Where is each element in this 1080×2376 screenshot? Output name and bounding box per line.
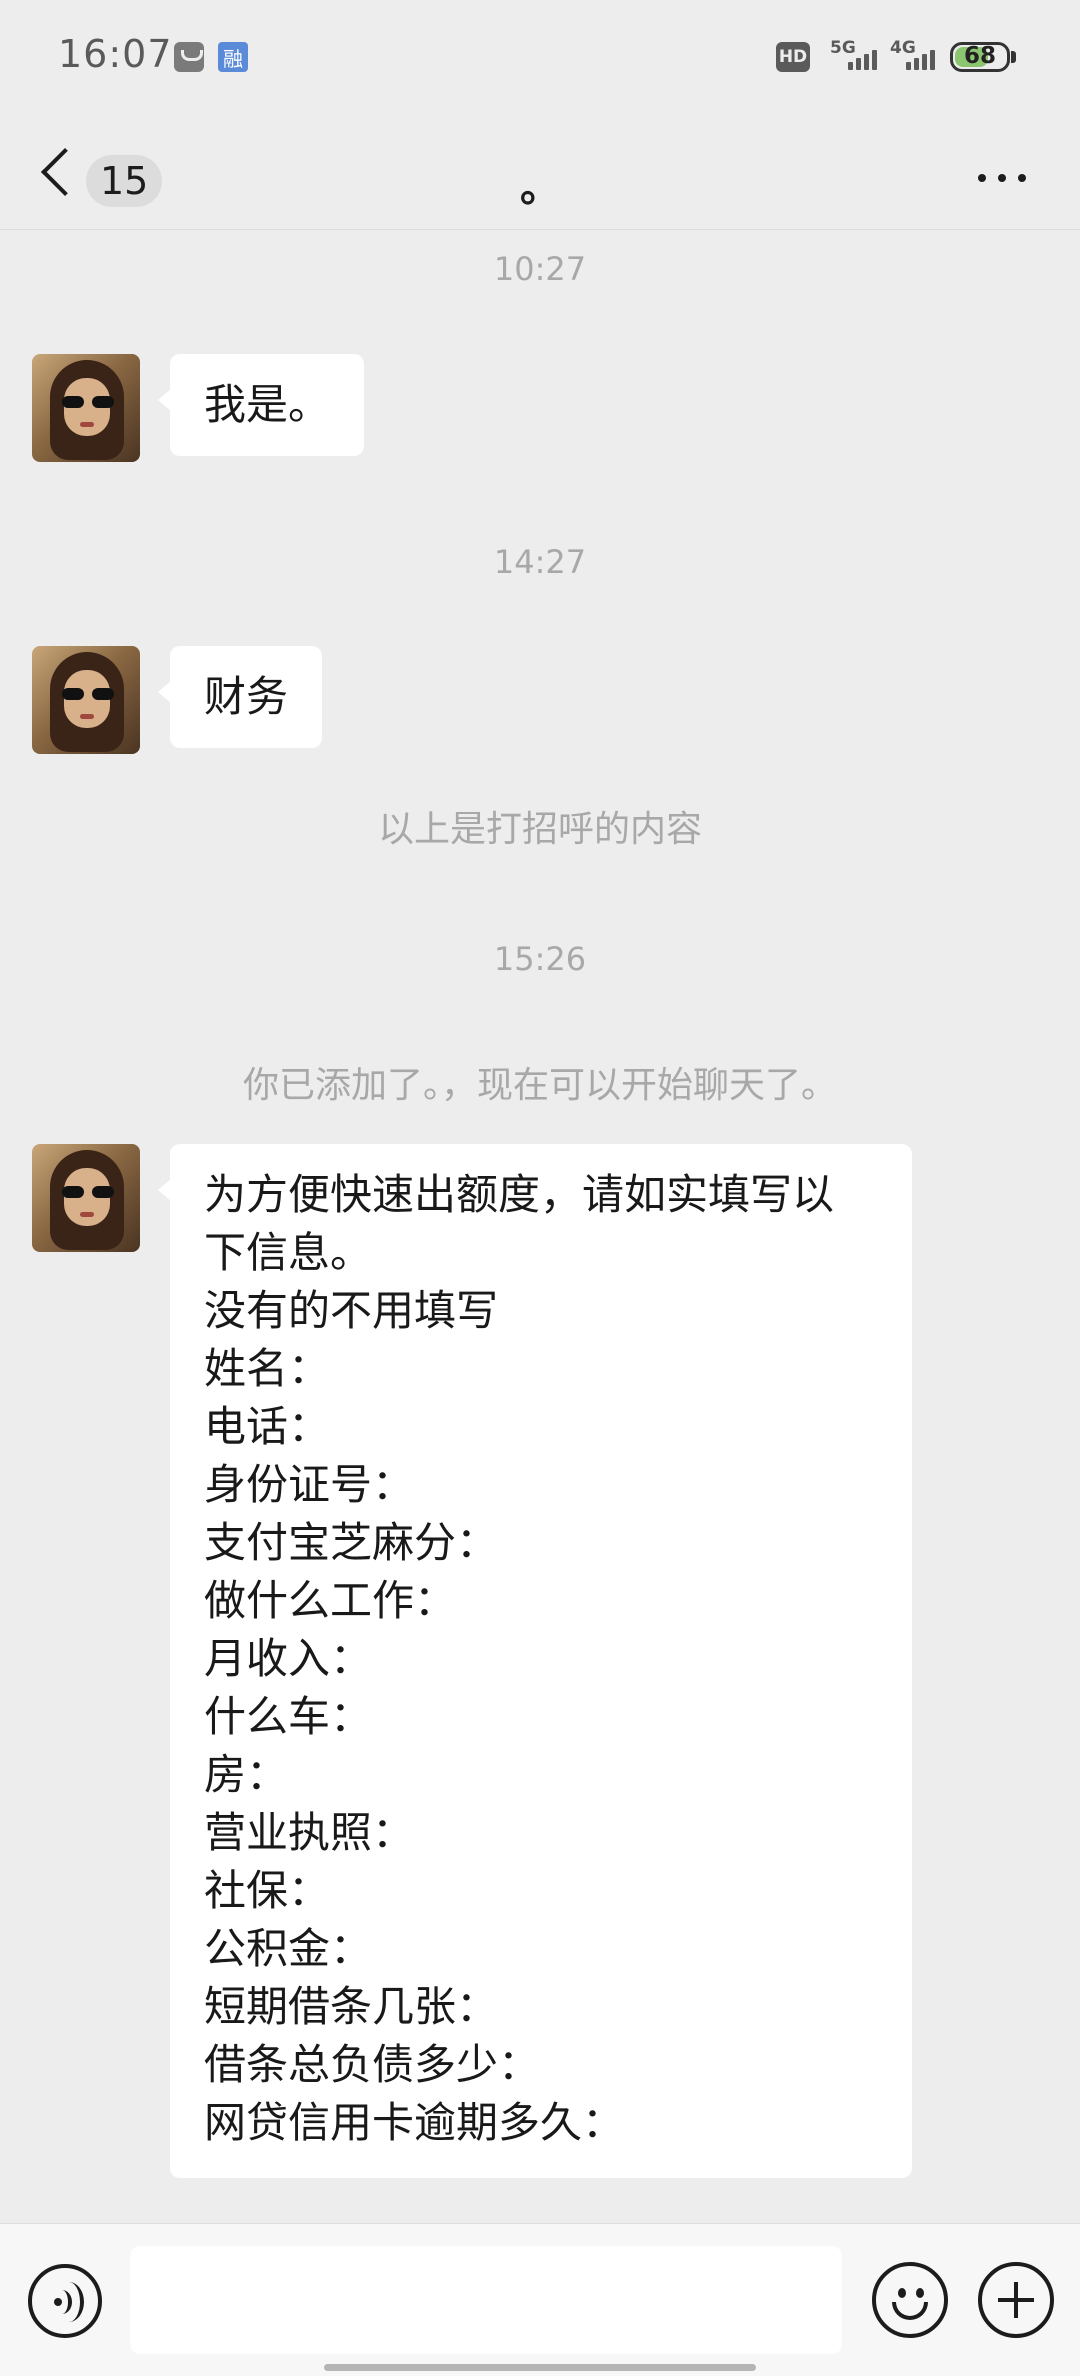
chat-header: 15 。: [0, 115, 1080, 230]
more-dots-icon: [1018, 174, 1026, 182]
form-line: 为方便快速出额度，请如实填写以: [204, 1170, 835, 1219]
unread-count-badge: 15: [86, 155, 163, 207]
system-message: 以上是打招呼的内容: [377, 809, 702, 850]
emoji-button[interactable]: [872, 2262, 948, 2338]
shopping-bag-icon: [174, 42, 204, 72]
message-timestamp: 10:27: [493, 250, 587, 288]
emoji-icon: [898, 2288, 906, 2298]
message-timestamp: 14:27: [493, 543, 587, 581]
status-time: 16:07: [58, 32, 173, 76]
system-message: 你已添加了。，现在可以开始聊天了。: [242, 1065, 837, 1106]
signal-bars-icon: [906, 50, 935, 70]
status-bar: 16:07 融 HD 5G 4G 68: [0, 0, 1080, 115]
battery-tip: [1011, 51, 1016, 63]
battery-percent: 68: [963, 43, 996, 69]
form-line: 营业执照：: [204, 1808, 415, 1857]
voice-input-button[interactable]: [28, 2264, 102, 2338]
form-line: 什么车：: [204, 1692, 373, 1741]
contact-avatar[interactable]: [32, 1144, 140, 1252]
hd-call-icon: HD: [776, 42, 810, 72]
message-bubble-form[interactable]: 为方便快速出额度，请如实填写以 下信息。 没有的不用填写 姓名： 电话： 身份证…: [158, 1144, 912, 2178]
form-line: 公积金：: [204, 1924, 373, 1973]
form-line: 电话：: [204, 1402, 331, 1451]
battery-icon: 68: [950, 42, 1010, 72]
form-line: 下信息。: [204, 1228, 373, 1277]
contact-avatar[interactable]: [32, 646, 140, 754]
form-line: 社保：: [204, 1866, 331, 1915]
form-line: 短期借条几张：: [204, 1982, 499, 2031]
contact-avatar[interactable]: [32, 354, 140, 462]
form-line: 姓名：: [204, 1344, 331, 1393]
chat-input-bar: [0, 2223, 1080, 2376]
form-line: 做什么工作：: [204, 1576, 457, 1625]
more-functions-button[interactable]: [978, 2262, 1054, 2338]
message-timestamp: 15:26: [493, 940, 587, 978]
more-options-button[interactable]: [972, 163, 1032, 193]
signal-bars-icon: [848, 50, 877, 70]
chat-title: 。: [520, 165, 560, 211]
message-bubble[interactable]: 财务: [157, 646, 323, 748]
app-notification-icon: 融: [218, 42, 248, 72]
form-line: 支付宝芝麻分：: [204, 1518, 499, 1567]
message-input[interactable]: [130, 2246, 842, 2354]
more-dots-icon: [998, 174, 1006, 182]
form-line: 房：: [204, 1750, 289, 1799]
chevron-left-icon: [40, 147, 90, 197]
message-bubble[interactable]: 我是。: [157, 354, 365, 456]
back-button[interactable]: 15: [40, 137, 170, 207]
more-dots-icon: [978, 174, 986, 182]
form-line: 身份证号：: [204, 1460, 415, 1509]
message-text: 财务: [204, 672, 289, 721]
message-text: 我是。: [204, 380, 331, 429]
home-indicator[interactable]: [324, 2364, 756, 2371]
form-line: 月收入：: [204, 1634, 373, 1683]
form-line: 网贷信用卡逾期多久：: [204, 2098, 625, 2147]
form-line: 借条总负债多少：: [204, 2040, 541, 2089]
form-line: 没有的不用填写: [204, 1286, 499, 1335]
